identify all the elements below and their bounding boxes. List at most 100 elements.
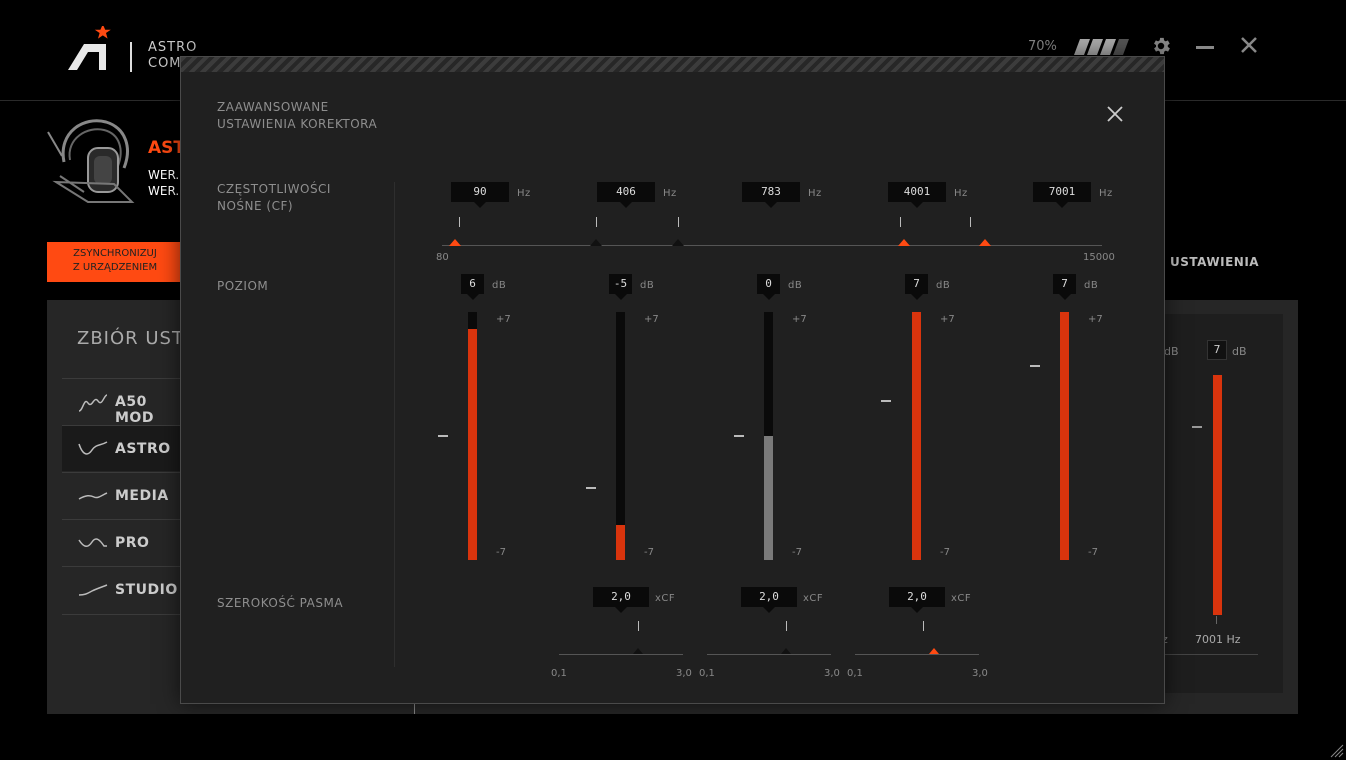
band4-level-input[interactable]: 7 <box>905 274 928 300</box>
db-unit: dB <box>492 280 507 291</box>
gear-icon[interactable] <box>1150 35 1172 57</box>
level-min-label: -7 <box>792 547 802 558</box>
battery-level-icon <box>1074 39 1129 55</box>
level-max-label: +7 <box>792 314 807 325</box>
frequency-slider-track[interactable] <box>442 245 1102 246</box>
band2-level-fill <box>616 525 625 560</box>
bandwidth-max-label: 3,0 <box>824 668 840 679</box>
band1-level-input[interactable]: 6 <box>461 274 484 300</box>
resize-grip-icon[interactable] <box>1330 744 1344 758</box>
band5-level-marker <box>1030 365 1040 367</box>
hz-unit: Hz <box>663 188 677 199</box>
modal-title-line1: ZAAWANSOWANE <box>217 100 329 114</box>
modal-close-icon[interactable] <box>1107 106 1123 122</box>
band3-freq-handle[interactable] <box>672 239 684 246</box>
band4-level-slider[interactable] <box>912 312 921 560</box>
freq-tick <box>900 217 901 227</box>
modal-header-stripe <box>181 57 1164 72</box>
level-min-label: -7 <box>1088 547 1098 558</box>
background-band5-marker <box>1192 426 1202 428</box>
band4-freq-input[interactable]: 4001 <box>888 182 946 208</box>
background-band5-value[interactable]: 7 <box>1207 340 1227 360</box>
band3-level-input[interactable]: 0 <box>757 274 780 300</box>
close-icon[interactable] <box>1240 36 1258 54</box>
modal-column-divider <box>394 182 395 667</box>
hz-unit: Hz <box>954 188 968 199</box>
level-max-label: +7 <box>644 314 659 325</box>
band3-bandwidth-slider[interactable] <box>707 654 831 655</box>
center-frequencies-label-line2: NOŚNE (CF) <box>217 199 294 213</box>
modal-title: ZAAWANSOWANE USTAWIENIA KOREKTORA <box>217 99 417 133</box>
band3-level-slider[interactable] <box>764 312 773 560</box>
bandwidth-max-label: 3,0 <box>972 668 988 679</box>
background-band5-freq: 7001 Hz <box>1195 633 1241 646</box>
background-db-unit: dB <box>1164 345 1179 358</box>
band4-bandwidth-slider[interactable] <box>855 654 979 655</box>
band2-bandwidth-handle[interactable] <box>633 648 643 654</box>
bandwidth-min-label: 0,1 <box>699 668 715 679</box>
preset-item-studio[interactable]: STUDIO <box>62 566 182 612</box>
hz-unit: Hz <box>517 188 531 199</box>
bandwidth-tick <box>923 621 924 631</box>
band5-freq-input[interactable]: 7001 <box>1033 182 1091 208</box>
band4-bandwidth-input[interactable]: 2,0 <box>889 587 945 613</box>
freq-tick <box>678 217 679 227</box>
band4-bandwidth-handle[interactable] <box>929 648 939 654</box>
eq-curve-icon <box>78 538 107 547</box>
band1-freq-input[interactable]: 90 <box>451 182 509 208</box>
astro-logo-icon <box>68 26 111 70</box>
center-frequencies-label: CZĘSTOTLIWOŚCI NOŚNE (CF) <box>217 181 387 215</box>
freq-max-label: 15000 <box>1083 252 1115 263</box>
band5-level-input[interactable]: 7 <box>1053 274 1076 300</box>
band3-freq-input[interactable]: 783 <box>742 182 800 208</box>
preset-label: ASTRO <box>115 441 171 457</box>
sync-with-device-button[interactable]: ZSYNCHRONIZUJ Z URZĄDZENIEM <box>47 242 183 282</box>
level-min-label: -7 <box>940 547 950 558</box>
hz-unit: Hz <box>808 188 822 199</box>
minimize-icon[interactable] <box>1196 46 1214 49</box>
bandwidth-tick <box>638 621 639 631</box>
bandwidth-tick <box>786 621 787 631</box>
freq-tick <box>459 217 460 227</box>
band5-level-slider[interactable] <box>1060 312 1069 560</box>
version-line1: WER. <box>148 168 180 182</box>
band2-freq-handle[interactable] <box>590 239 602 246</box>
version-line2: WER. <box>148 184 180 198</box>
band3-bandwidth-handle[interactable] <box>781 648 791 654</box>
band2-bandwidth-slider[interactable] <box>559 654 683 655</box>
tab-settings[interactable]: USTAWIENIA <box>1170 255 1259 269</box>
background-divider <box>1164 654 1258 655</box>
center-frequencies-label-line1: CZĘSTOTLIWOŚCI <box>217 182 331 196</box>
band2-bandwidth-input[interactable]: 2,0 <box>593 587 649 613</box>
preset-item-astro[interactable]: ASTRO <box>62 425 182 471</box>
band2-level-input[interactable]: -5 <box>609 274 632 300</box>
preset-item-a50-mod[interactable]: A50 MOD <box>62 378 182 426</box>
band1-level-slider[interactable] <box>468 312 477 560</box>
level-min-label: -7 <box>496 547 506 558</box>
preset-item-pro[interactable]: PRO <box>62 519 182 565</box>
xcf-unit: xCF <box>951 593 972 604</box>
preset-item-media[interactable]: MEDIA <box>62 472 182 518</box>
bandwidth-min-label: 0,1 <box>847 668 863 679</box>
band1-level-marker <box>438 435 448 437</box>
band2-freq-input[interactable]: 406 <box>597 182 655 208</box>
band4-freq-handle[interactable] <box>898 239 910 246</box>
eq-curve-icon <box>78 394 108 412</box>
background-band5-bar[interactable] <box>1213 375 1222 615</box>
level-max-label: +7 <box>496 314 511 325</box>
band4-level-fill <box>912 312 921 560</box>
band2-level-slider[interactable] <box>616 312 625 560</box>
bandwidth-max-label: 3,0 <box>676 668 692 679</box>
band5-freq-handle[interactable] <box>979 239 991 246</box>
band3-bandwidth-input[interactable]: 2,0 <box>741 587 797 613</box>
eq-curve-icon <box>78 441 108 455</box>
db-unit: dB <box>788 280 803 291</box>
preset-label: A50 MOD <box>115 394 154 426</box>
brand-text-line1: ASTRO <box>148 40 198 55</box>
freq-tick <box>596 217 597 227</box>
band3-level-marker <box>734 435 744 437</box>
band1-freq-handle[interactable] <box>449 239 461 246</box>
preset-list-divider <box>62 614 182 615</box>
eq-curve-icon <box>78 584 108 596</box>
db-unit: dB <box>640 280 655 291</box>
